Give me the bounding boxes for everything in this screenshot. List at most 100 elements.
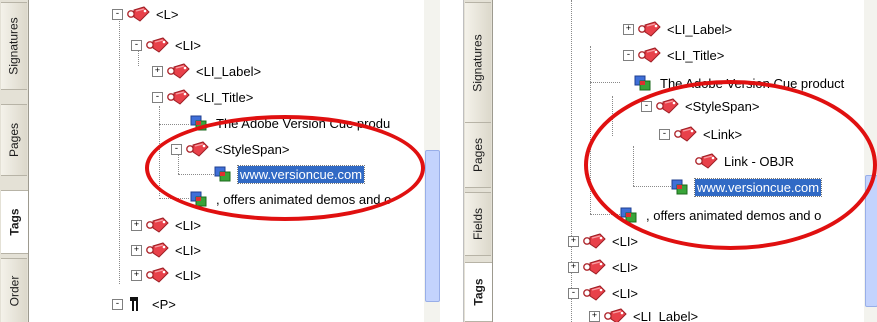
- tag-icon: [582, 258, 606, 276]
- tab-label: Tags: [471, 278, 486, 306]
- collapse-toggle[interactable]: -: [152, 91, 163, 103]
- tree-node[interactable]: - <StyleSpan>: [641, 96, 761, 116]
- tab-label: Fields: [471, 207, 486, 241]
- node-label: <LI_Title>: [667, 47, 725, 63]
- tab-pages[interactable]: Pages: [465, 122, 491, 188]
- tag-icon: [637, 46, 661, 64]
- left-tags-panel: Signatures Pages Tags Order - <L> - <LI>…: [0, 0, 441, 322]
- tree-node[interactable]: The Adobe Version Cue produ: [190, 113, 392, 133]
- tag-icon: [673, 125, 697, 143]
- tree-node[interactable]: - <LI_Title>: [623, 45, 726, 65]
- node-label: <LI>: [175, 37, 202, 53]
- tab-label: Pages: [471, 137, 485, 173]
- expand-toggle[interactable]: +: [623, 23, 634, 35]
- collapse-toggle[interactable]: -: [568, 287, 579, 299]
- tab-label: Signatures: [471, 34, 485, 92]
- tree-node[interactable]: - <L>: [112, 4, 180, 24]
- tab-label: Tags: [7, 208, 22, 236]
- tree-node[interactable]: - <LI_Title>: [152, 87, 255, 107]
- expand-toggle[interactable]: +: [589, 310, 600, 322]
- tag-icon: [145, 241, 169, 259]
- tab-label: Order: [7, 275, 21, 307]
- tab-order[interactable]: Order: [1, 258, 27, 322]
- tree-node[interactable]: + <LI>: [131, 240, 203, 260]
- tag-icon: [582, 284, 606, 302]
- panel-gap: [440, 0, 463, 322]
- tab-pages[interactable]: Pages: [1, 104, 27, 176]
- tab-tags[interactable]: Tags: [465, 262, 492, 322]
- collapse-toggle[interactable]: -: [641, 100, 652, 112]
- scrollbar-thumb[interactable]: [865, 175, 877, 307]
- collapse-toggle[interactable]: -: [112, 8, 123, 20]
- node-label: <LI_Title>: [196, 89, 254, 105]
- collapse-toggle[interactable]: -: [659, 128, 670, 140]
- tag-icon: [166, 62, 190, 80]
- scrollbar-thumb[interactable]: [425, 150, 440, 302]
- content-icon: [620, 207, 638, 223]
- node-label: www.versioncue.com: [236, 164, 366, 184]
- tree-node[interactable]: + <LI_Label>: [152, 61, 263, 81]
- tree-node[interactable]: + <LI_Label>: [623, 19, 734, 39]
- node-label: , offers animated demos and o: [216, 191, 392, 207]
- tree-node[interactable]: - <P>: [112, 294, 178, 314]
- node-label: <LI_Label>: [633, 308, 699, 322]
- tag-icon: [126, 5, 150, 23]
- node-label: <LI>: [175, 267, 202, 283]
- tree-node[interactable]: , offers animated demos and o: [620, 205, 823, 225]
- node-label: <LI>: [175, 217, 202, 233]
- tab-label: Pages: [7, 122, 21, 158]
- tree-node[interactable]: The Adobe Version Cue product: [634, 73, 846, 93]
- tag-icon: [655, 97, 679, 115]
- tree-node[interactable]: - <LI>: [568, 283, 640, 303]
- tree-node[interactable]: + <LI>: [131, 265, 203, 285]
- tag-icon: [603, 307, 627, 322]
- tree-node-selected[interactable]: www.versioncue.com: [214, 164, 366, 184]
- node-label: <StyleSpan>: [215, 141, 290, 157]
- node-label: <LI_Label>: [196, 63, 262, 79]
- expand-toggle[interactable]: +: [131, 219, 142, 231]
- node-label: <LI>: [175, 242, 202, 258]
- right-vertical-tab-strip: Signatures Pages Fields Tags: [464, 0, 493, 322]
- vertical-scrollbar[interactable]: [864, 0, 877, 322]
- expand-toggle[interactable]: +: [131, 269, 142, 281]
- tree-node[interactable]: + <LI>: [568, 231, 640, 251]
- collapse-toggle[interactable]: -: [131, 39, 142, 51]
- collapse-toggle[interactable]: -: [171, 143, 182, 155]
- tree-node[interactable]: - <Link>: [659, 124, 744, 144]
- tree-node[interactable]: - <LI>: [131, 35, 203, 55]
- tree-node[interactable]: - <StyleSpan>: [171, 139, 291, 159]
- tree-node[interactable]: , offers animated demos and o: [190, 189, 393, 209]
- tree-node-selected[interactable]: www.versioncue.com: [671, 177, 823, 197]
- tree-node[interactable]: + <LI_Label>: [589, 306, 700, 322]
- tag-icon: [185, 140, 209, 158]
- tab-signatures[interactable]: Signatures: [465, 2, 491, 124]
- expand-toggle[interactable]: +: [131, 244, 142, 256]
- node-label: <L>: [156, 6, 179, 22]
- tab-label: Signatures: [7, 17, 21, 75]
- tag-icon: [145, 266, 169, 284]
- tree-node[interactable]: Link - OBJR: [694, 151, 796, 171]
- collapse-toggle[interactable]: -: [623, 49, 634, 61]
- expand-toggle[interactable]: +: [152, 65, 163, 77]
- node-label: Link - OBJR: [724, 153, 795, 169]
- vertical-scrollbar[interactable]: [424, 0, 440, 322]
- collapse-toggle[interactable]: -: [112, 298, 123, 310]
- tree-node[interactable]: + <LI>: [131, 215, 203, 235]
- node-label: <Link>: [703, 126, 743, 142]
- tags-tree: + <LI_Label> - <LI_Title> The Adobe Vers…: [492, 0, 877, 322]
- left-vertical-tab-strip: Signatures Pages Tags Order: [0, 0, 29, 322]
- tree-node[interactable]: + <LI>: [568, 257, 640, 277]
- node-label: , offers animated demos and o: [646, 207, 822, 223]
- tab-fields[interactable]: Fields: [465, 192, 491, 256]
- tag-icon: [145, 36, 169, 54]
- node-label: <P>: [152, 296, 176, 312]
- tag-icon: [637, 20, 661, 38]
- tag-icon: [694, 152, 718, 170]
- tab-tags[interactable]: Tags: [1, 190, 28, 254]
- expand-toggle[interactable]: +: [568, 235, 579, 247]
- content-icon: [634, 75, 652, 91]
- expand-toggle[interactable]: +: [568, 261, 579, 273]
- content-icon: [190, 115, 208, 131]
- paragraph-icon: [126, 296, 144, 312]
- tab-signatures[interactable]: Signatures: [1, 2, 27, 90]
